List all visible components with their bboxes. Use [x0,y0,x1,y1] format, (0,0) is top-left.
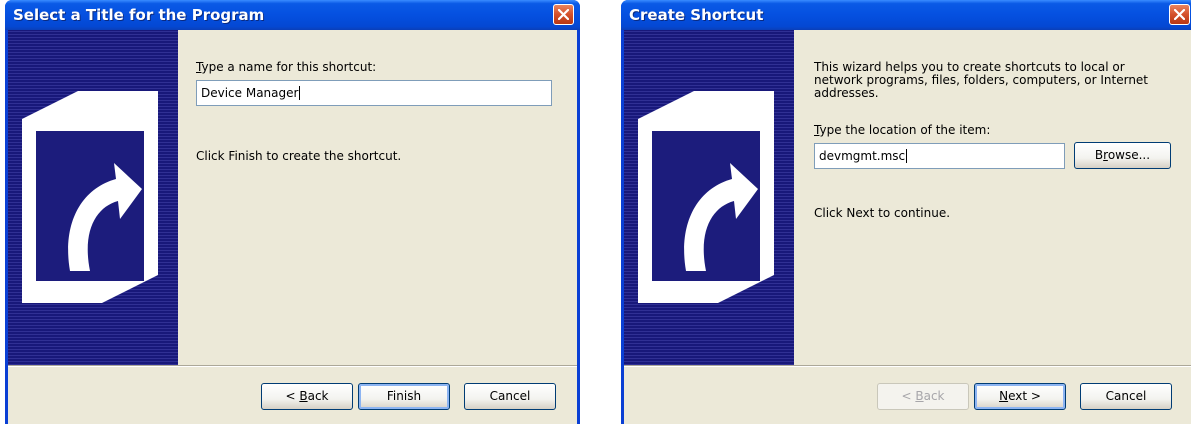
close-x-icon [558,9,569,20]
cancel-button[interactable]: Cancel [464,383,556,410]
wizard-banner [8,30,178,365]
wizard-banner [624,30,794,365]
item-location-input[interactable]: devmgmt.msc [814,143,1065,169]
close-button[interactable] [553,4,574,25]
close-button[interactable] [1169,4,1190,25]
wizard-intro-text: This wizard helps you to create shortcut… [814,60,1149,100]
select-title-dialog: Select a Title for the Program Type a na… [5,0,580,424]
shortcut-arrow-icon [22,91,158,303]
name-prompt: Type a name for this shortcut: [196,60,377,74]
shortcut-arrow-icon [638,91,774,303]
title-bar[interactable]: Create Shortcut [621,0,1191,30]
close-x-icon [1174,9,1185,20]
location-prompt: Type the location of the item: [814,123,991,137]
create-shortcut-dialog: Create Shortcut This wizard helps you to… [621,0,1191,424]
shortcut-name-input[interactable]: Device Manager [196,80,552,106]
cancel-button[interactable]: Cancel [1080,383,1172,410]
finish-button[interactable]: Finish [358,383,450,410]
instruction-text: Click Finish to create the shortcut. [196,149,402,163]
title-bar[interactable]: Select a Title for the Program [5,0,580,30]
dialog-body: Type a name for this shortcut: Device Ma… [8,30,577,424]
divider [624,365,1191,367]
back-button[interactable]: < Back [261,383,353,410]
back-button[interactable]: < Back [877,383,969,410]
divider [8,365,577,367]
window-title: Select a Title for the Program [13,6,265,24]
instruction-text: Click Next to continue. [814,206,951,220]
dialog-body: This wizard helps you to create shortcut… [624,30,1191,424]
next-button[interactable]: Next > [974,383,1066,410]
window-title: Create Shortcut [629,6,764,24]
browse-button[interactable]: Browse... [1074,142,1171,169]
